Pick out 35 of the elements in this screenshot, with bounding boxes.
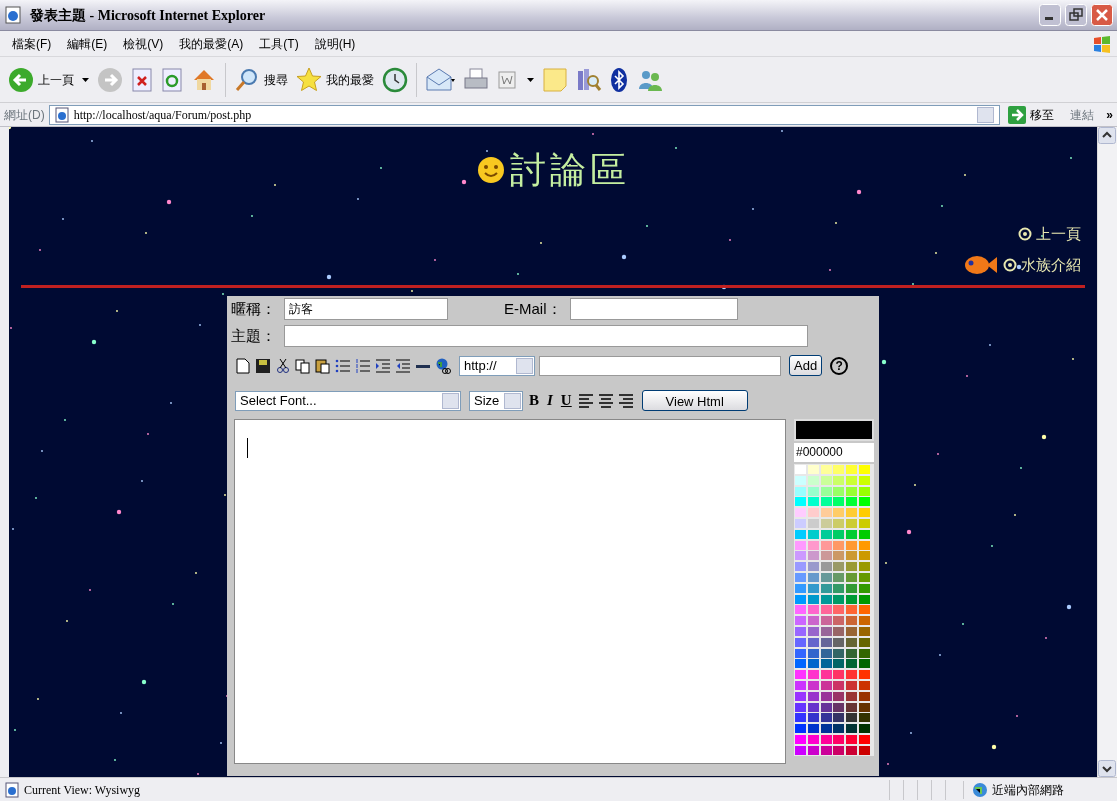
address-label: 網址(D) [4,106,45,124]
zone-text: 近端內部網路 [992,781,1064,799]
protocol-select[interactable]: http:// [459,355,535,376]
format-button[interactable]: U [558,393,574,408]
menu-item[interactable]: 檔案(F) [4,34,60,53]
status-text: Current View: Wysiwyg [24,781,141,799]
nav-link[interactable]: 上一頁 [1018,222,1081,245]
help-button[interactable]: ? [830,356,849,375]
nickname-field[interactable]: 訪客 [284,298,448,321]
view-html-button[interactable]: View Html [641,390,748,411]
add-button[interactable]: Add [789,355,823,376]
menu-item[interactable]: 編輯(E) [59,34,116,53]
menu-item[interactable]: 檢視(V) [115,34,172,53]
format-button[interactable]: B [527,393,541,408]
links-label[interactable]: 連結 [1062,105,1103,124]
favorites-button[interactable]: 我的最愛 [296,66,374,93]
format-button[interactable]: I [545,393,555,408]
menu-item[interactable]: 工具(T) [251,34,307,53]
color-hex-field[interactable]: #000000 [794,443,874,462]
address-field[interactable]: http://localhost/aqua/Forum/post.php [48,104,1001,125]
size-select[interactable]: Size [469,390,523,411]
email-label: E-Mail： [504,299,562,319]
go-button[interactable]: 移至 [1004,105,1059,124]
font-select[interactable]: Select Font... [235,390,461,411]
search-button[interactable]: 搜尋 [234,66,288,93]
url-text: http://localhost/aqua/Forum/post.php [73,106,252,124]
menu-item[interactable]: 我的最愛(A) [171,34,252,53]
window-title: 發表主題 - Microsoft Internet Explorer [30,6,266,25]
page-title: 討論區 [510,148,630,192]
back-button[interactable]: 上一頁 [8,66,74,93]
chevron-button[interactable]: » [1106,105,1113,124]
menu-item[interactable]: 說明(H) [306,34,364,53]
subject-label: 主題： [231,325,276,346]
nickname-label: 暱稱： [231,299,276,319]
nav-link[interactable]: 水族介紹 [963,253,1081,277]
